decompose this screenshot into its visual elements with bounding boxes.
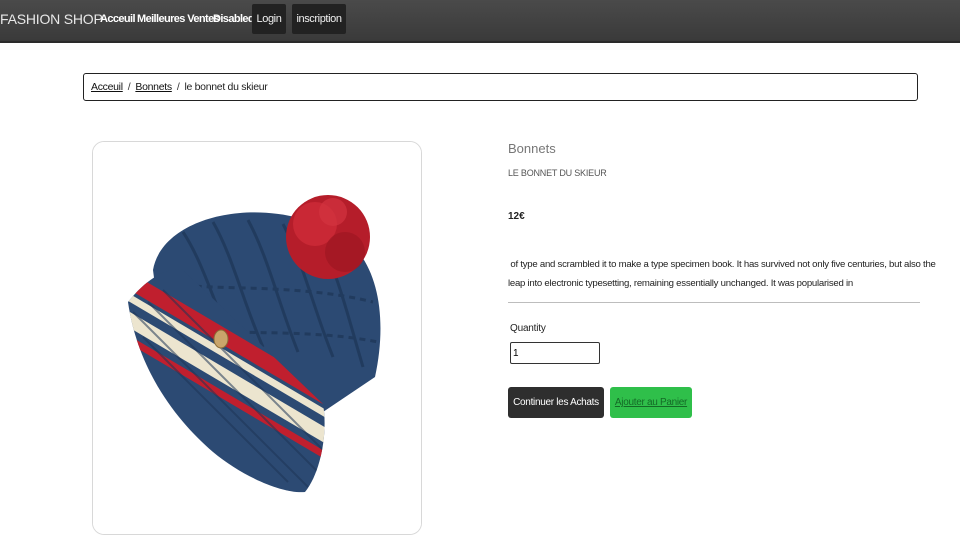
beanie-image [93, 142, 421, 534]
product-image-card [92, 141, 422, 535]
description-line: leap into electronic typesetting, remain… [508, 278, 853, 289]
nav-link-meilleures-ventes[interactable]: Meilleures Ventes [137, 13, 220, 25]
inscription-button[interactable]: inscription [292, 4, 346, 34]
login-button[interactable]: Login [252, 4, 286, 34]
quantity-label: Quantity [510, 323, 546, 334]
breadcrumb-separator: / [176, 81, 180, 93]
breadcrumb-home-link[interactable]: Acceuil [91, 81, 123, 93]
add-to-cart-button[interactable]: Ajouter au Panier [610, 387, 692, 418]
brand-logo[interactable]: FASHION SHOP [0, 11, 103, 27]
top-navbar: FASHION SHOP Acceuil Meilleures Ventes D… [0, 0, 960, 43]
quantity-input[interactable] [510, 342, 600, 364]
breadcrumb: Acceuil / Bonnets / le bonnet du skieur [83, 73, 918, 101]
nav-link-disabled: Disabled [213, 13, 255, 25]
breadcrumb-current: le bonnet du skieur [184, 81, 268, 93]
continue-shopping-button[interactable]: Continuer les Achats [508, 387, 604, 418]
breadcrumb-separator: / [127, 81, 131, 93]
product-category: Bonnets [508, 141, 556, 156]
product-name: LE BONNET DU SKIEUR [508, 168, 607, 178]
product-description: of type and scrambled it to make a type … [508, 255, 936, 293]
breadcrumb-category-link[interactable]: Bonnets [135, 81, 172, 93]
divider [508, 302, 920, 303]
nav-link-acceuil[interactable]: Acceuil [100, 13, 136, 25]
product-price: 12€ [508, 211, 525, 222]
description-line: of type and scrambled it to make a type … [508, 259, 936, 270]
